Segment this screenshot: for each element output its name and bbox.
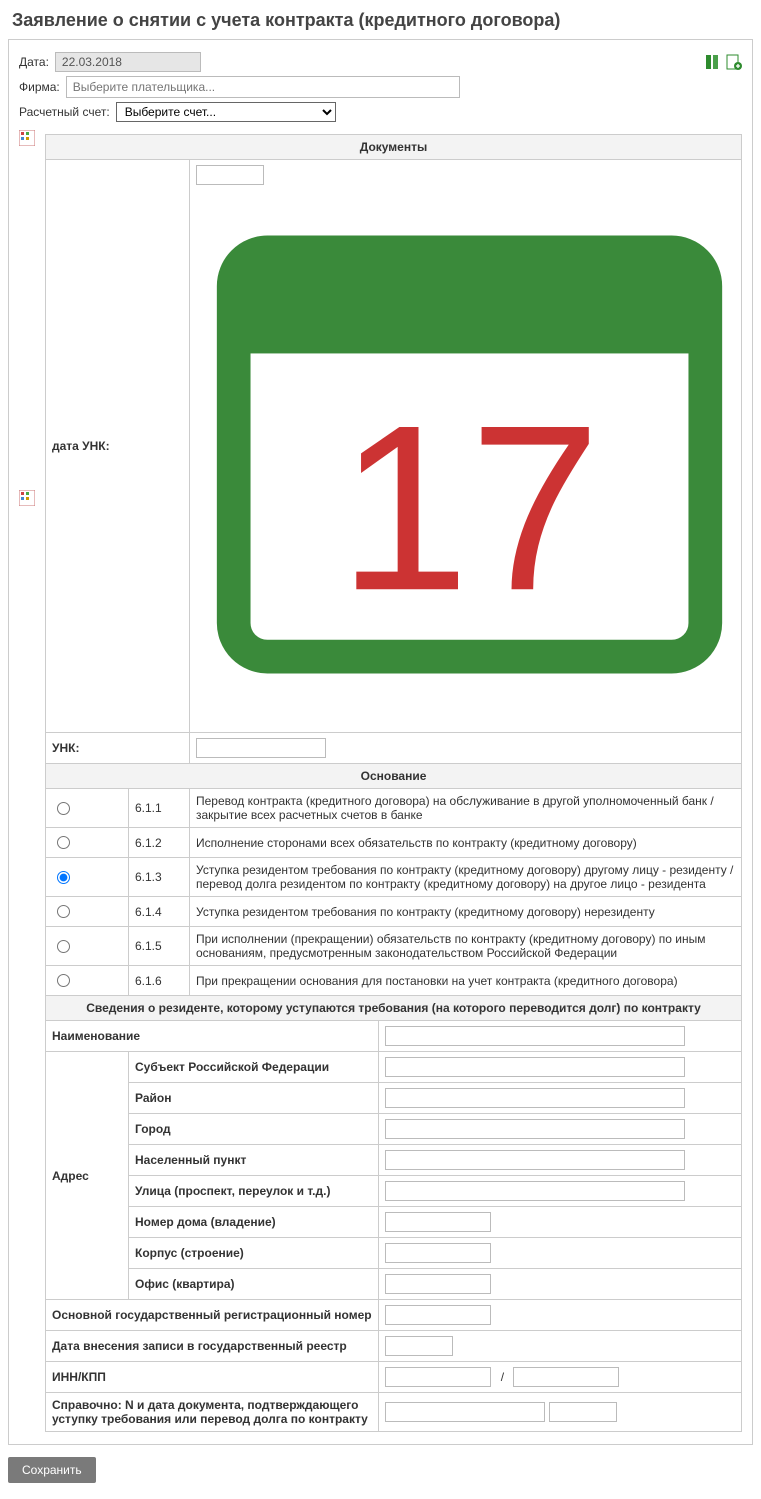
inn-label: ИНН/КПП — [46, 1362, 379, 1393]
unk-date-label: дата УНК: — [46, 160, 190, 733]
basis-header: Основание — [46, 764, 742, 789]
account-select[interactable]: Выберите счет... — [116, 102, 336, 122]
city-label: Город — [129, 1114, 379, 1145]
unk-label: УНК: — [46, 733, 190, 764]
documents-table: Документы дата УНК: 17 УНК: Основание — [45, 134, 742, 1432]
building-input[interactable] — [385, 1243, 491, 1263]
subject-label: Субъект Российской Федерации — [129, 1052, 379, 1083]
office-input[interactable] — [385, 1274, 491, 1294]
documents-header: Документы — [46, 135, 742, 160]
house-input[interactable] — [385, 1212, 491, 1232]
basis-text: При исполнении (прекращении) обязательст… — [190, 927, 742, 966]
ref-date-input[interactable] — [549, 1402, 617, 1422]
basis-code: 6.1.2 — [129, 828, 190, 858]
basis-code: 6.1.5 — [129, 927, 190, 966]
ref-number-input[interactable] — [385, 1402, 545, 1422]
ref-label: Справочно: N и дата документа, подтвержд… — [46, 1393, 379, 1432]
resident-header: Сведения о резиденте, которому уступаютс… — [46, 996, 742, 1021]
subject-input[interactable] — [385, 1057, 685, 1077]
kpp-input[interactable] — [513, 1367, 619, 1387]
building-label: Корпус (строение) — [129, 1238, 379, 1269]
date-field[interactable]: 22.03.2018 — [55, 52, 201, 72]
save-button[interactable]: Сохранить — [8, 1457, 96, 1483]
basis-text: Перевод контракта (кредитного договора) … — [190, 789, 742, 828]
ogrn-input[interactable] — [385, 1305, 491, 1325]
basis-radio-614[interactable] — [57, 905, 70, 918]
settlement-input[interactable] — [385, 1150, 685, 1170]
slash-separator: / — [501, 1370, 504, 1384]
basis-code: 6.1.4 — [129, 897, 190, 927]
unk-date-input[interactable] — [196, 165, 264, 185]
reg-date-label: Дата внесения записи в государственный р… — [46, 1331, 379, 1362]
grid-icon[interactable] — [19, 130, 35, 146]
calendar-icon[interactable]: 17 — [200, 713, 739, 727]
basis-radio-615[interactable] — [57, 940, 70, 953]
city-input[interactable] — [385, 1119, 685, 1139]
basis-radio-611[interactable] — [57, 802, 70, 815]
office-label: Офис (квартира) — [129, 1269, 379, 1300]
reg-date-input[interactable] — [385, 1336, 453, 1356]
grid-icon-2[interactable] — [19, 490, 35, 506]
account-label: Расчетный счет: — [19, 105, 110, 119]
basis-text: Уступка резидентом требования по контрак… — [190, 858, 742, 897]
svg-text:17: 17 — [338, 376, 600, 639]
form-frame: Дата: 22.03.2018 Фирма: Расчетный счет: … — [8, 39, 753, 1445]
basis-text: При прекращении основания для постановки… — [190, 966, 742, 996]
address-label: Адрес — [46, 1052, 129, 1300]
street-input[interactable] — [385, 1181, 685, 1201]
book-icon[interactable] — [704, 54, 720, 70]
house-label: Номер дома (владение) — [129, 1207, 379, 1238]
district-label: Район — [129, 1083, 379, 1114]
basis-text: Уступка резидентом требования по контрак… — [190, 897, 742, 927]
firm-input[interactable] — [66, 76, 460, 98]
district-input[interactable] — [385, 1088, 685, 1108]
basis-code: 6.1.6 — [129, 966, 190, 996]
name-label: Наименование — [46, 1021, 379, 1052]
basis-code: 6.1.3 — [129, 858, 190, 897]
basis-text: Исполнение сторонами всех обязательств п… — [190, 828, 742, 858]
basis-radio-613[interactable] — [57, 871, 70, 884]
basis-radio-616[interactable] — [57, 974, 70, 987]
ogrn-label: Основной государственный регистрационный… — [46, 1300, 379, 1331]
unk-input[interactable] — [196, 738, 326, 758]
add-page-icon[interactable] — [726, 54, 742, 70]
basis-code: 6.1.1 — [129, 789, 190, 828]
settlement-label: Населенный пункт — [129, 1145, 379, 1176]
street-label: Улица (проспект, переулок и т.д.) — [129, 1176, 379, 1207]
date-label: Дата: — [19, 55, 49, 69]
firm-label: Фирма: — [19, 80, 60, 94]
name-input[interactable] — [385, 1026, 685, 1046]
basis-radio-612[interactable] — [57, 836, 70, 849]
inn-input[interactable] — [385, 1367, 491, 1387]
page-title: Заявление о снятии с учета контракта (кр… — [12, 10, 761, 31]
